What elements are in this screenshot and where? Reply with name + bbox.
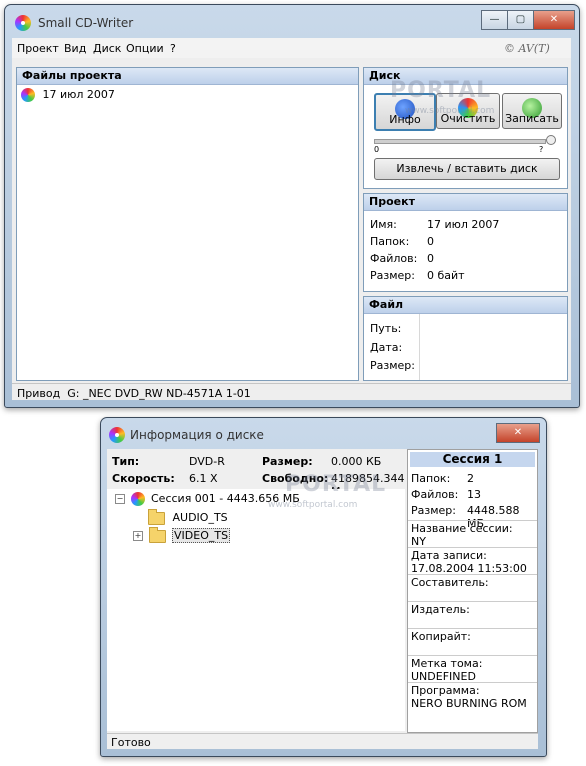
- menu-help[interactable]: ?: [170, 42, 176, 55]
- file-list-item[interactable]: 17 июл 2007: [21, 88, 115, 104]
- collapse-icon[interactable]: −: [115, 494, 125, 504]
- publisher-key: Издатель:: [411, 603, 470, 616]
- write-button-label: Записать: [505, 112, 559, 125]
- session-size-key: Размер:: [411, 504, 456, 517]
- file-size-key: Размер:: [370, 359, 415, 372]
- menu-view[interactable]: Вид: [64, 42, 86, 55]
- session-name-key: Название сессии:: [411, 522, 513, 535]
- dialog-status: Готово: [111, 736, 151, 749]
- publisher-field: Издатель:: [408, 601, 537, 629]
- session-folders-value: 2: [467, 472, 474, 485]
- copyright-label: © AV(T): [504, 42, 550, 55]
- session-files-value: 13: [467, 488, 481, 501]
- close-button[interactable]: ✕: [533, 10, 575, 30]
- watermark-url: www.softportal.com: [405, 106, 495, 116]
- project-panel: Проект Имя: 17 июл 2007 Папок: 0 Файлов:…: [363, 193, 568, 292]
- type-value: DVD-R: [189, 455, 225, 468]
- tree-folder-audio[interactable]: AUDIO_TS: [148, 508, 228, 525]
- file-panel: Файл Путь: Дата: Размер:: [363, 296, 568, 381]
- tree-folder-label: VIDEO_TS: [172, 528, 231, 543]
- app-disc-icon: [15, 15, 31, 31]
- project-panel-header: Проект: [364, 194, 567, 211]
- menu-disk[interactable]: Диск: [93, 42, 121, 55]
- speed-key: Скорость:: [112, 472, 175, 485]
- project-size-value: 0 байт: [427, 269, 465, 282]
- expand-icon[interactable]: +: [133, 531, 143, 541]
- main-window-title: Small CD-Writer: [38, 16, 134, 30]
- menu-project[interactable]: Проект: [17, 42, 59, 55]
- size-value: 0.000 КБ: [331, 455, 382, 468]
- dialog-title: Информация о диске: [130, 428, 264, 442]
- eject-button[interactable]: Извлечь / вставить диск: [374, 158, 560, 180]
- capacity-slider[interactable]: [374, 139, 546, 144]
- speed-value: 6.1 X: [189, 472, 218, 485]
- file-panel-header: Файл: [364, 297, 567, 314]
- menubar: Проект Вид Диск Опции ? © AV(T): [12, 38, 571, 58]
- file-date-key: Дата:: [370, 341, 403, 354]
- dialog-statusbar: Готово: [107, 733, 538, 750]
- session-disc-icon: [130, 492, 145, 506]
- record-date-field: Дата записи: 17.08.2004 11:53:00: [408, 547, 537, 575]
- session-panel-header: Сессия 1: [410, 452, 535, 467]
- size-key: Размер:: [262, 455, 313, 468]
- capacity-slider-handle[interactable]: [546, 135, 556, 145]
- volume-label-key: Метка тома:: [411, 657, 483, 670]
- project-folders-value: 0: [427, 235, 434, 248]
- maximize-button[interactable]: ▢: [507, 10, 534, 30]
- folder-icon: [148, 526, 166, 543]
- author-field: Составитель:: [408, 574, 537, 602]
- session-folders-key: Папок:: [411, 472, 451, 485]
- watermark-brand: PORTAL: [390, 78, 492, 103]
- file-list-item-label: 17 июл 2007: [42, 88, 115, 101]
- project-name-key: Имя:: [370, 218, 397, 231]
- project-size-key: Размер:: [370, 269, 415, 282]
- tree-folder-video[interactable]: + VIDEO_TS: [133, 526, 231, 543]
- dialog-titlebar[interactable]: Информация о диске ✕: [101, 418, 546, 448]
- program-field: Программа: NERO BURNING ROM: [408, 682, 537, 710]
- dialog-disc-icon: [109, 427, 125, 443]
- project-name-value: 17 июл 2007: [427, 218, 500, 231]
- session-tree: − Сессия 001 - 4443.656 МБ AUDIO_TS + VI…: [107, 489, 405, 731]
- tree-folder-label: AUDIO_TS: [172, 511, 228, 524]
- main-statusbar: Привод G: _NEC DVD_RW ND-4571A 1-01: [12, 383, 571, 401]
- main-titlebar[interactable]: Small CD-Writer — ▢ ✕: [5, 5, 579, 35]
- slider-max-label: ?: [539, 145, 544, 154]
- session-panel: Сессия 1 Папок: 2 Файлов: 13 Размер: 444…: [407, 449, 538, 733]
- author-key: Составитель:: [411, 576, 489, 589]
- disc-icon: [21, 88, 35, 102]
- watermark-brand-dialog: PORTAL: [285, 472, 387, 497]
- file-path-key: Путь:: [370, 322, 402, 335]
- watermark-url-dialog: www.softportal.com: [268, 500, 358, 510]
- program-value: NERO BURNING ROM: [411, 697, 527, 710]
- session-name-field: Название сессии: NY: [408, 520, 537, 548]
- project-folders-key: Папок:: [370, 235, 410, 248]
- folder-icon: [148, 508, 165, 525]
- main-window: Small CD-Writer — ▢ ✕ Проект Вид Диск Оп…: [4, 4, 580, 408]
- drive-status: Привод G: _NEC DVD_RW ND-4571A 1-01: [17, 387, 251, 400]
- menu-options[interactable]: Опции: [126, 42, 164, 55]
- session-files-key: Файлов:: [411, 488, 459, 501]
- write-button[interactable]: Записать: [502, 93, 562, 129]
- volume-label-field: Метка тома: UNDEFINED: [408, 655, 537, 683]
- copyright-key: Копирайт:: [411, 630, 471, 643]
- project-files-key: Файлов:: [370, 252, 418, 265]
- file-panel-divider: [419, 314, 420, 380]
- copyright-field: Копирайт:: [408, 628, 537, 656]
- record-date-key: Дата записи:: [411, 549, 487, 562]
- project-files-value: 0: [427, 252, 434, 265]
- program-key: Программа:: [411, 684, 480, 697]
- dialog-close-button[interactable]: ✕: [496, 423, 540, 443]
- files-panel: Файлы проекта 17 июл 2007: [16, 67, 359, 381]
- files-panel-header: Файлы проекта: [17, 68, 358, 85]
- slider-min-label: 0: [374, 145, 380, 154]
- minimize-button[interactable]: —: [481, 10, 508, 30]
- type-key: Тип:: [112, 455, 140, 468]
- disk-info-dialog: Информация о диске ✕ Тип: DVD-R Размер: …: [100, 417, 547, 757]
